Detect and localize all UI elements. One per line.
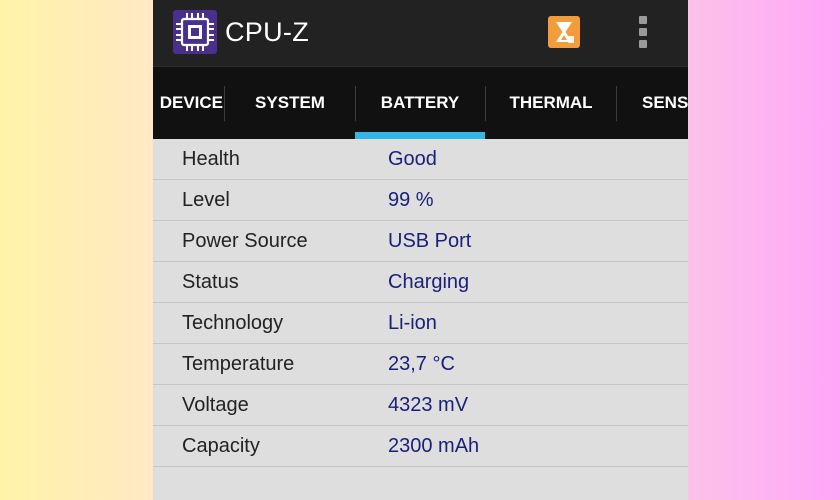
row-label: Health	[182, 148, 240, 170]
row-value: 2300 mAh	[388, 435, 480, 457]
selected-tab-indicator	[355, 132, 485, 139]
row-value: Charging	[388, 271, 470, 293]
row-label: Power Source	[182, 230, 308, 252]
more-vert-icon[interactable]	[635, 14, 651, 50]
row-label: Technology	[182, 312, 284, 334]
cpu-chip-icon[interactable]	[173, 10, 217, 54]
tab-device[interactable]: DEVICE	[153, 67, 223, 140]
battery-row-voltage: Voltage 4323 mV	[153, 385, 688, 426]
row-label: Level	[182, 189, 230, 211]
battery-row-capacity: Capacity 2300 mAh	[153, 426, 688, 467]
tab-sensors[interactable]: SENSORS	[642, 67, 688, 140]
battery-row-health: Health Good	[153, 139, 688, 180]
app-bar: CPU-Z	[153, 0, 688, 66]
phone-screen: CPU-Z DEVICE SYSTEM BATTERY THERMAL SENS…	[153, 0, 688, 500]
battery-row-temperature: Temperature 23,7 °C	[153, 344, 688, 385]
battery-info-list: Health Good Level 99 % Power Source USB …	[153, 139, 688, 467]
battery-row-level: Level 99 %	[153, 180, 688, 221]
tab-separator	[616, 86, 617, 121]
battery-row-technology: Technology Li-ion	[153, 303, 688, 344]
row-value: Good	[388, 148, 437, 170]
app-title: CPU-Z	[225, 17, 309, 47]
bench-trophy-icon[interactable]	[548, 16, 580, 48]
row-label: Status	[182, 271, 239, 293]
battery-row-status: Status Charging	[153, 262, 688, 303]
battery-row-power-source: Power Source USB Port	[153, 221, 688, 262]
row-label: Voltage	[182, 394, 249, 416]
row-label: Capacity	[182, 435, 260, 457]
row-value: 99 %	[388, 189, 434, 211]
row-value: 23,7 °C	[388, 353, 455, 375]
row-value: Li-ion	[388, 312, 437, 334]
tab-system[interactable]: SYSTEM	[225, 67, 355, 140]
row-value: 4323 mV	[388, 394, 469, 416]
tab-battery[interactable]: BATTERY	[355, 67, 485, 140]
tab-thermal[interactable]: THERMAL	[486, 67, 616, 140]
row-value: USB Port	[388, 230, 472, 252]
row-label: Temperature	[182, 353, 295, 375]
tab-bar: DEVICE SYSTEM BATTERY THERMAL SENSORS	[153, 66, 688, 139]
